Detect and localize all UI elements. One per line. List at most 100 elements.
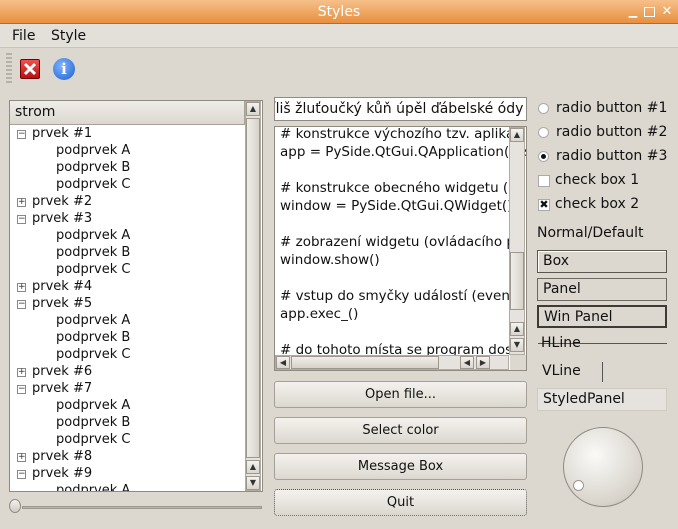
select-color-button[interactable]: Select color — [274, 417, 527, 444]
info-icon[interactable]: i — [53, 58, 75, 80]
menu-file[interactable]: File — [12, 28, 35, 44]
tree-item-label: podprvek A — [56, 398, 131, 413]
collapse-icon[interactable]: − — [17, 470, 26, 479]
tree-item-label: prvek #3 — [32, 211, 93, 226]
tree-subitem[interactable]: podprvek A — [15, 312, 245, 329]
expand-icon[interactable]: + — [17, 283, 26, 292]
tree-subitem[interactable]: podprvek B — [15, 244, 245, 261]
expand-icon[interactable]: + — [17, 453, 26, 462]
text-input[interactable]: říliš žluťoučký kůň úpěl ďábelské ódy — [274, 97, 527, 121]
scroll-up-icon[interactable]: ▲ — [510, 322, 524, 336]
slider-handle[interactable] — [9, 499, 21, 513]
tree-subitem[interactable]: podprvek A — [15, 227, 245, 244]
scroll-up-icon[interactable]: ▲ — [246, 102, 260, 116]
scroll-left-icon[interactable]: ◀ — [276, 356, 290, 369]
tree-subitem[interactable]: podprvek B — [15, 329, 245, 346]
slider-track[interactable] — [22, 506, 262, 509]
checkbox-label-2[interactable]: check box 2 — [555, 196, 639, 212]
tree-item[interactable]: − prvek #5 — [15, 295, 245, 312]
tree-item-label: podprvek A — [56, 228, 131, 243]
tree-subitem[interactable]: podprvek B — [15, 159, 245, 176]
tree-item[interactable]: − prvek #9 — [15, 465, 245, 482]
tree-item-label: podprvek C — [56, 177, 131, 192]
scroll-up-icon[interactable]: ▲ — [510, 128, 524, 142]
collapse-icon[interactable]: − — [17, 130, 26, 139]
tree-item-label: podprvek A — [56, 313, 131, 328]
editor-vscroll-thumb[interactable] — [510, 252, 524, 310]
tree-item-label: prvek #8 — [32, 449, 93, 464]
tree-subitem[interactable]: podprvek C — [15, 346, 245, 363]
frame-winpanel: Win Panel — [537, 305, 667, 328]
tree-scroll-thumb[interactable] — [246, 118, 260, 458]
tree-view[interactable]: − prvek #1 podprvek Apodprvek Bpodprvek C +… — [9, 100, 263, 492]
editor-vscrollbar[interactable] — [509, 127, 525, 355]
tree-item-label: prvek #4 — [32, 279, 93, 294]
tree-subitem[interactable]: podprvek B — [15, 414, 245, 431]
close-icon[interactable] — [20, 59, 40, 79]
collapse-icon[interactable]: − — [17, 215, 26, 224]
radio-button-3[interactable] — [538, 151, 549, 162]
menu-style[interactable]: Style — [51, 28, 86, 44]
code-line: app.exec_() — [280, 306, 359, 322]
tree-item[interactable]: + prvek #8 — [15, 448, 245, 465]
menu-bar — [0, 24, 678, 48]
tree-item[interactable]: + prvek #6 — [15, 363, 245, 380]
checkbox-label-1[interactable]: check box 1 — [555, 172, 639, 188]
tree-item-label: podprvek A — [56, 483, 131, 492]
code-line: window.show() — [280, 252, 380, 268]
tree-subitem[interactable]: podprvek C — [15, 431, 245, 448]
code-line: window = PySide.QtGui.QWidget() — [280, 198, 513, 214]
scroll-down-icon[interactable]: ▼ — [510, 338, 524, 352]
quit-button[interactable]: Quit — [274, 489, 527, 516]
frame-panel: Panel — [537, 278, 667, 301]
radio-label-2[interactable]: radio button #2 — [556, 124, 667, 140]
dial-indicator[interactable] — [573, 480, 584, 491]
dial-knob[interactable] — [563, 427, 643, 507]
tree-item[interactable]: − prvek #3 — [15, 210, 245, 227]
code-line: # konstrukce výchozího tzv. aplikač — [280, 126, 522, 142]
tree-item-label: prvek #7 — [32, 381, 93, 396]
scroll-right-icon[interactable]: ▶ — [476, 356, 490, 369]
scroll-down-icon[interactable]: ▼ — [246, 476, 260, 490]
collapse-icon[interactable]: − — [17, 385, 26, 394]
tree-item[interactable]: + prvek #2 — [15, 193, 245, 210]
radio-label-1[interactable]: radio button #1 — [556, 100, 667, 116]
maximize-icon[interactable] — [644, 7, 655, 17]
tree-subitem[interactable]: podprvek A — [15, 482, 245, 492]
toolbar-grip[interactable] — [6, 53, 12, 83]
tree-item[interactable]: − prvek #7 — [15, 380, 245, 397]
code-line: # konstrukce obecného widgetu (ok — [280, 180, 525, 196]
radio-button-1[interactable] — [538, 103, 549, 114]
tree-subitem[interactable]: podprvek A — [15, 397, 245, 414]
radio-button-2[interactable] — [538, 127, 549, 138]
expand-icon[interactable]: + — [17, 368, 26, 377]
expand-icon[interactable]: + — [17, 198, 26, 207]
message-box-button[interactable]: Message Box — [274, 453, 527, 480]
scroll-up-icon[interactable]: ▲ — [246, 460, 260, 474]
editor-hscroll-thumb[interactable] — [291, 356, 439, 369]
tree-subitem[interactable]: podprvek A — [15, 142, 245, 159]
tree-item-label: podprvek B — [56, 415, 131, 430]
checkbox-2[interactable]: ✖ — [538, 199, 550, 211]
close-window-icon[interactable]: ✕ — [661, 5, 673, 18]
tree-item[interactable]: − prvek #1 — [15, 125, 245, 142]
open-file-button[interactable]: Open file... — [274, 381, 527, 408]
code-editor[interactable]: # konstrukce výchozího tzv. aplikač app =… — [274, 126, 527, 371]
scroll-left-icon[interactable]: ◀ — [460, 356, 474, 369]
code-line: app = PySide.QtGui.QApplication(sys — [280, 144, 527, 160]
scroll-corner — [510, 355, 526, 370]
tree-subitem[interactable]: podprvek C — [15, 261, 245, 278]
radio-label-3[interactable]: radio button #3 — [556, 148, 667, 164]
collapse-icon[interactable]: − — [17, 300, 26, 309]
tree-item-label: podprvek B — [56, 160, 131, 175]
tree-subitem[interactable]: podprvek C — [15, 176, 245, 193]
minimize-icon[interactable]: ▁ — [627, 6, 639, 18]
tree-item-label: podprvek C — [56, 347, 131, 362]
tree-item[interactable]: + prvek #4 — [15, 278, 245, 295]
checkbox-1[interactable] — [538, 175, 550, 187]
tree-header[interactable]: strom — [10, 101, 245, 125]
tree-item-label: prvek #9 — [32, 466, 93, 481]
